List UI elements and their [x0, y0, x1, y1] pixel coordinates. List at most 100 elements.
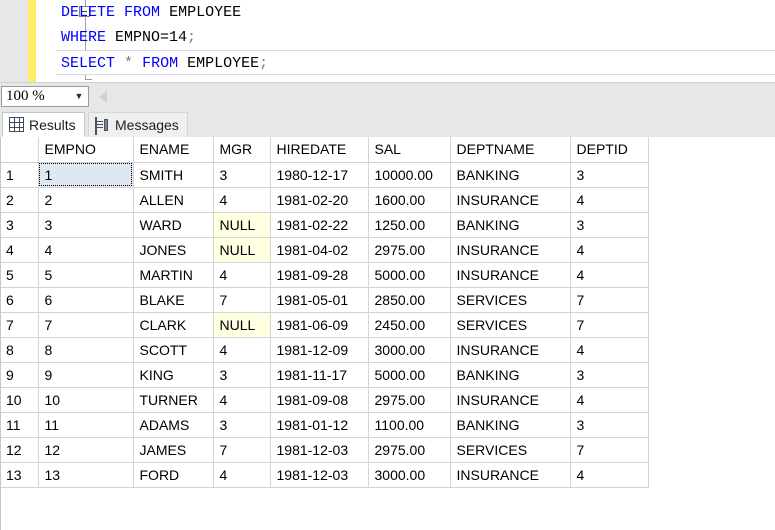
cell-empno[interactable]: 3 — [38, 212, 134, 238]
row-number-cell[interactable]: 9 — [0, 362, 39, 388]
column-header-deptname[interactable]: DEPTNAME — [450, 137, 571, 163]
column-header-hiredate[interactable]: HIREDATE — [270, 137, 369, 163]
cell-ename[interactable]: SMITH — [133, 162, 214, 188]
cell-deptid[interactable]: 3 — [570, 362, 649, 388]
column-header-sal[interactable]: SAL — [368, 137, 451, 163]
cell-deptname[interactable]: BANKING — [450, 162, 571, 188]
cell-sal[interactable]: 2975.00 — [368, 387, 451, 413]
column-header-mgr[interactable]: MGR — [213, 137, 271, 163]
cell-sal[interactable]: 5000.00 — [368, 362, 451, 388]
cell-empno[interactable]: 11 — [38, 412, 134, 438]
row-number-cell[interactable]: 3 — [0, 212, 39, 238]
row-number-cell[interactable]: 1 — [0, 162, 39, 188]
cell-deptname[interactable]: INSURANCE — [450, 187, 571, 213]
cell-sal[interactable]: 3000.00 — [368, 462, 451, 488]
cell-deptid[interactable]: 4 — [570, 387, 649, 413]
row-number-cell[interactable]: 8 — [0, 337, 39, 363]
cell-mgr[interactable]: 7 — [213, 437, 271, 463]
cell-mgr[interactable]: 4 — [213, 462, 271, 488]
cell-empno[interactable]: 7 — [38, 312, 134, 338]
cell-empno[interactable]: 6 — [38, 287, 134, 313]
cell-sal[interactable]: 2975.00 — [368, 237, 451, 263]
cell-ename[interactable]: JAMES — [133, 437, 214, 463]
row-number-cell[interactable]: 6 — [0, 287, 39, 313]
cell-deptname[interactable]: INSURANCE — [450, 237, 571, 263]
cell-sal[interactable]: 10000.00 — [368, 162, 451, 188]
editor-indicator-margin[interactable] — [0, 0, 28, 82]
row-number-cell[interactable]: 12 — [0, 437, 39, 463]
cell-empno[interactable]: 8 — [38, 337, 134, 363]
cell-mgr[interactable]: 3 — [213, 362, 271, 388]
cell-hiredate[interactable]: 1981-06-09 — [270, 312, 369, 338]
results-grid-panel[interactable]: EMPNO ENAME MGR HIREDATE SAL DEPTNAME DEPTID 1… — [0, 137, 775, 530]
cell-deptname[interactable]: BANKING — [450, 212, 571, 238]
table-row[interactable]: 2 2 ALLEN 4 1981-02-20 1600.00 INSURANCE 4 — [0, 187, 649, 213]
cell-hiredate[interactable]: 1981-02-22 — [270, 212, 369, 238]
cell-hiredate[interactable]: 1981-01-12 — [270, 412, 369, 438]
cell-empno[interactable]: 9 — [38, 362, 134, 388]
table-row[interactable]: 4 4 JONES NULL 1981-04-02 2975.00 INSURANCE 4 — [0, 237, 649, 263]
cell-sal[interactable]: 1250.00 — [368, 212, 451, 238]
cell-ename[interactable]: ALLEN — [133, 187, 214, 213]
sql-editor-pane[interactable]: DELETE FROM EMPLOYEE WHERE EMPNO=14; SELEC… — [0, 0, 775, 82]
cell-deptid[interactable]: 7 — [570, 312, 649, 338]
line-select[interactable]: SELECT * FROM EMPLOYEE; — [56, 50, 775, 75]
cell-empno[interactable]: 4 — [38, 237, 134, 263]
cell-mgr[interactable]: 3 — [213, 412, 271, 438]
cell-deptname[interactable]: BANKING — [450, 412, 571, 438]
cell-ename[interactable]: WARD — [133, 212, 214, 238]
cell-deptid[interactable]: 4 — [570, 237, 649, 263]
cell-deptname[interactable]: BANKING — [450, 362, 571, 388]
table-row[interactable]: 11 11 ADAMS 3 1981-01-12 1100.00 BANKING 3 — [0, 412, 649, 438]
row-number-cell[interactable]: 4 — [0, 237, 39, 263]
cell-hiredate[interactable]: 1981-05-01 — [270, 287, 369, 313]
cell-mgr[interactable]: 3 — [213, 162, 271, 188]
cell-empno[interactable]: 13 — [38, 462, 134, 488]
cell-deptid[interactable]: 4 — [570, 462, 649, 488]
table-row[interactable]: 7 7 CLARK NULL 1981-06-09 2450.00 SERVICES 7 — [0, 312, 649, 338]
table-row[interactable]: 10 10 TURNER 4 1981-09-08 2975.00 INSURANCE 4 — [0, 387, 649, 413]
cell-mgr[interactable]: 4 — [213, 187, 271, 213]
cell-mgr[interactable]: 4 — [213, 387, 271, 413]
cell-hiredate[interactable]: 1981-09-28 — [270, 262, 369, 288]
cell-deptid[interactable]: 3 — [570, 212, 649, 238]
column-header-deptid[interactable]: DEPTID — [570, 137, 649, 163]
cell-deptid[interactable]: 3 — [570, 162, 649, 188]
table-row[interactable]: 12 12 JAMES 7 1981-12-03 2975.00 SERVICES 7 — [0, 437, 649, 463]
row-number-cell[interactable]: 11 — [0, 412, 39, 438]
table-row[interactable]: 1 1 SMITH 3 1980-12-17 10000.00 BANKING 3 — [0, 162, 649, 188]
cell-deptid[interactable]: 7 — [570, 437, 649, 463]
cell-sal[interactable]: 2975.00 — [368, 437, 451, 463]
line-where[interactable]: WHERE EMPNO=14; — [56, 25, 775, 50]
cell-empno[interactable]: 10 — [38, 387, 134, 413]
cell-ename[interactable]: MARTIN — [133, 262, 214, 288]
cell-deptid[interactable]: 4 — [570, 262, 649, 288]
cell-deptname[interactable]: SERVICES — [450, 312, 571, 338]
cell-deptname[interactable]: SERVICES — [450, 287, 571, 313]
cell-ename[interactable]: BLAKE — [133, 287, 214, 313]
cell-ename[interactable]: SCOTT — [133, 337, 214, 363]
cell-mgr[interactable]: NULL — [213, 312, 271, 338]
table-row[interactable]: 9 9 KING 3 1981-11-17 5000.00 BANKING 3 — [0, 362, 649, 388]
cell-ename[interactable]: TURNER — [133, 387, 214, 413]
cell-hiredate[interactable]: 1981-12-09 — [270, 337, 369, 363]
table-row[interactable]: 8 8 SCOTT 4 1981-12-09 3000.00 INSURANCE 4 — [0, 337, 649, 363]
cell-ename[interactable]: FORD — [133, 462, 214, 488]
tab-results[interactable]: Results — [2, 112, 85, 137]
collapse-left-arrow-icon[interactable] — [99, 91, 107, 103]
cell-hiredate[interactable]: 1981-12-03 — [270, 462, 369, 488]
table-row[interactable]: 5 5 MARTIN 4 1981-09-28 5000.00 INSURANCE 4 — [0, 262, 649, 288]
cell-sal[interactable]: 2450.00 — [368, 312, 451, 338]
cell-ename[interactable]: ADAMS — [133, 412, 214, 438]
cell-empno[interactable]: 12 — [38, 437, 134, 463]
cell-deptname[interactable]: INSURANCE — [450, 462, 571, 488]
column-header-ename[interactable]: ENAME — [133, 137, 214, 163]
cell-empno[interactable]: 5 — [38, 262, 134, 288]
cell-deptname[interactable]: SERVICES — [450, 437, 571, 463]
line-delete[interactable]: DELETE FROM EMPLOYEE — [56, 0, 775, 25]
cell-empno[interactable]: 2 — [38, 187, 134, 213]
cell-mgr[interactable]: NULL — [213, 212, 271, 238]
cell-hiredate[interactable]: 1981-04-02 — [270, 237, 369, 263]
cell-sal[interactable]: 3000.00 — [368, 337, 451, 363]
row-number-cell[interactable]: 10 — [0, 387, 39, 413]
